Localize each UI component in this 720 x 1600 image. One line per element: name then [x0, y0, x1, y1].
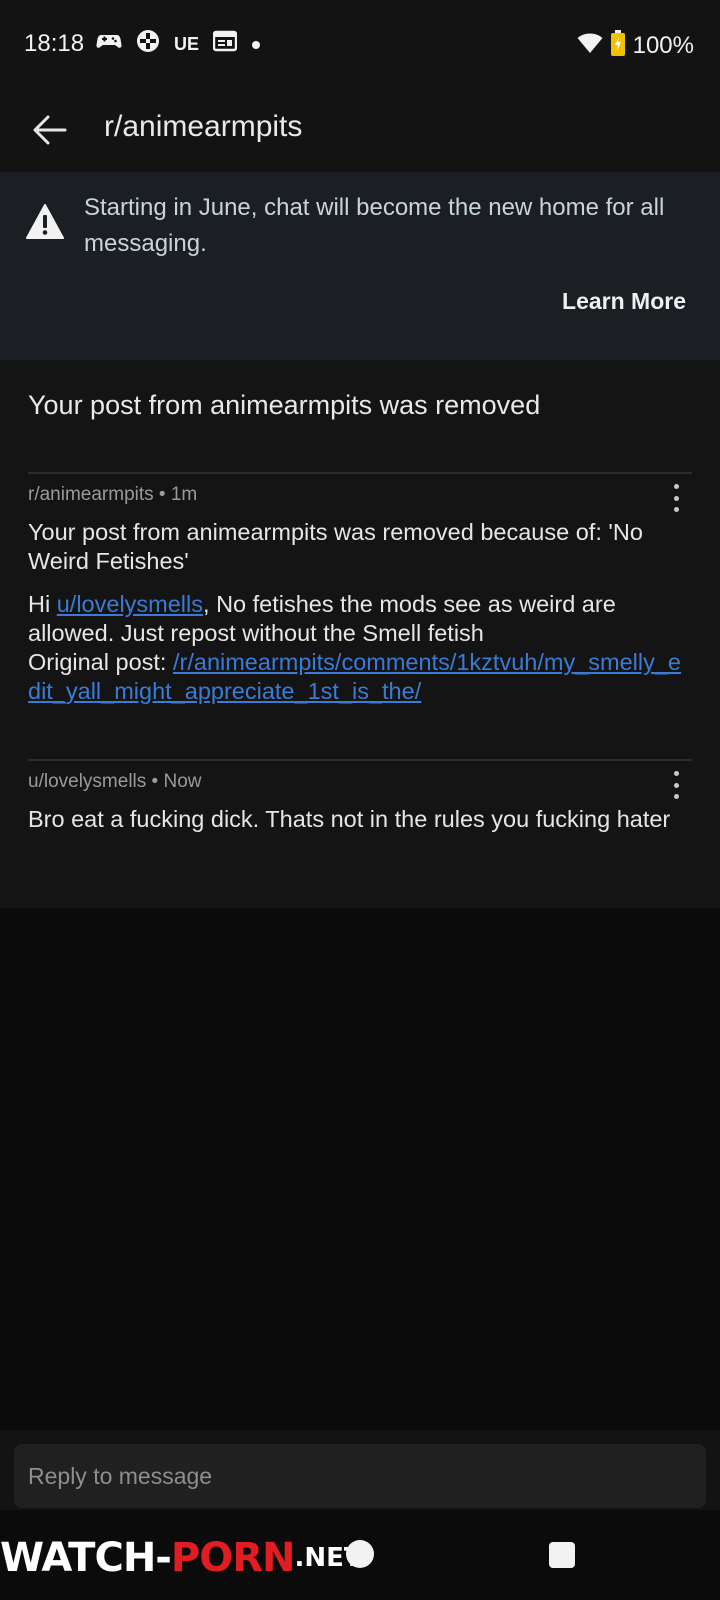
thread-title: Your post from animearmpits was removed — [28, 390, 541, 420]
greeting-text: Hi — [28, 591, 57, 617]
status-notification-icons: UE — [96, 30, 261, 58]
back-button[interactable] — [24, 104, 76, 156]
chat-migration-banner: Starting in June, chat will become the n… — [0, 172, 720, 360]
wifi-icon — [577, 32, 603, 59]
ue-label: UE — [174, 34, 200, 54]
watermark-logo: WATCH- PORN .NET — [0, 1535, 362, 1581]
reply-bar — [0, 1430, 720, 1510]
learn-more-button[interactable]: Learn More — [562, 288, 686, 315]
battery-icon — [610, 30, 625, 61]
original-post-label: Original post: — [28, 649, 173, 675]
arrow-left-icon — [33, 115, 67, 145]
game-controller-icon — [96, 30, 122, 58]
gamepad-icon — [136, 29, 160, 59]
user-link[interactable]: u/lovelysmells — [57, 591, 203, 617]
app-header: r/animearmpits — [0, 90, 720, 172]
reply-input[interactable] — [14, 1444, 706, 1508]
message-item: u/lovelysmells • Now Bro eat a fucking d… — [28, 759, 692, 899]
more-options-icon[interactable] — [664, 769, 688, 801]
warning-icon — [26, 204, 64, 239]
navigation-bar: WATCH- PORN .NET — [0, 1510, 720, 1600]
recents-button[interactable] — [549, 1542, 575, 1568]
banner-message: Starting in June, chat will become the n… — [84, 194, 665, 257]
dot-icon — [251, 32, 261, 56]
message-body: Hi u/lovelysmells, No fetishes the mods … — [28, 590, 692, 706]
page-title: r/animearmpits — [104, 110, 303, 143]
status-system-icons: 100% — [577, 30, 694, 61]
message-subject: Your post from animearmpits was removed … — [28, 519, 643, 574]
message-thread: Your post from animearmpits was removed … — [0, 360, 720, 908]
status-bar: 18:18 UE 100% — [0, 0, 720, 90]
calendar-icon — [212, 30, 238, 58]
more-options-icon[interactable] — [664, 482, 688, 514]
message-meta: r/animearmpits • 1m — [28, 484, 198, 505]
battery-percent: 100% — [632, 31, 694, 59]
message-item: r/animearmpits • 1m Your post from anime… — [28, 472, 692, 760]
message-meta: u/lovelysmells • Now — [28, 771, 202, 792]
status-time: 18:18 — [24, 30, 85, 57]
message-body: Bro eat a fucking dick. Thats not in the… — [28, 806, 671, 832]
home-button[interactable] — [346, 1540, 374, 1568]
